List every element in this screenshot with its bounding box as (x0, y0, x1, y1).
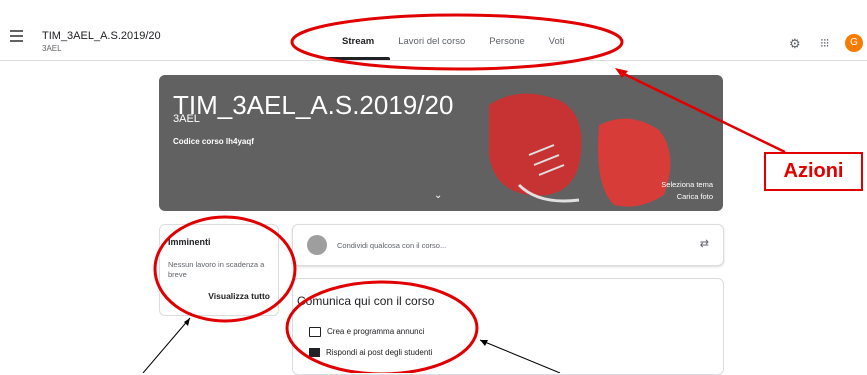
share-input[interactable]: Condividi qualcosa con il corso... (337, 241, 446, 250)
comment-icon (309, 327, 321, 337)
select-theme-link[interactable]: Seleziona tema (661, 180, 713, 189)
tab-grades[interactable]: Voti (537, 36, 577, 60)
annotation-arrow-black-left (142, 317, 191, 373)
repost-icon[interactable]: ⇄ (700, 237, 709, 250)
course-banner: TIM_3AEL_A.S.2019/20 3AEL Codice corso l… (159, 75, 723, 211)
class-code[interactable]: Codice corso lh4yaqf (173, 137, 254, 146)
menu-icon[interactable] (10, 30, 23, 45)
upcoming-title: Imminenti (168, 237, 211, 247)
gear-icon[interactable]: ⚙ (789, 36, 801, 52)
upcoming-text: Nessun lavoro in scadenza a breve (168, 260, 265, 279)
share-box[interactable]: Condividi qualcosa con il corso... ⇄ (292, 224, 724, 266)
avatar[interactable]: G (845, 34, 863, 52)
communicate-card: Comunica qui con il corso Crea e program… (292, 278, 724, 375)
reply-posts-label: Rispondi ai post degli studenti (326, 348, 433, 357)
banner-title: TIM_3AEL_A.S.2019/20 (173, 90, 454, 120)
message-icon (309, 348, 320, 358)
communicate-title: Comunica qui con il corso (297, 294, 435, 308)
tab-bar: Stream Lavori del corso Persone Voti (325, 36, 577, 60)
apps-grid-icon[interactable]: ⁝⁝⁝ (820, 36, 830, 50)
view-all-link[interactable]: Visualizza tutto (208, 291, 270, 301)
upcoming-card: Imminenti Nessun lavoro in scadenza a br… (159, 224, 279, 316)
annotation-label: Azioni (764, 152, 863, 191)
upload-photo-link[interactable]: Carica foto (677, 192, 713, 201)
create-announcement-label: Crea e programma annunci (327, 327, 425, 337)
annotation-arrowhead-black-left (184, 318, 190, 326)
course-title[interactable]: TIM_3AEL_A.S.2019/20 (42, 30, 161, 42)
tab-stream[interactable]: Stream (325, 36, 391, 60)
tab-people[interactable]: Persone (477, 36, 536, 60)
avatar (307, 235, 327, 255)
tab-coursework[interactable]: Lavori del corso (386, 36, 477, 60)
banner-section: 3AEL (173, 113, 200, 125)
create-announcement-item[interactable]: Crea e programma annunci (309, 327, 424, 337)
reply-posts-item[interactable]: Rispondi ai post degli studenti (309, 348, 433, 358)
chevron-down-icon[interactable]: ⌄ (434, 190, 442, 201)
course-section: 3AEL (42, 44, 62, 53)
